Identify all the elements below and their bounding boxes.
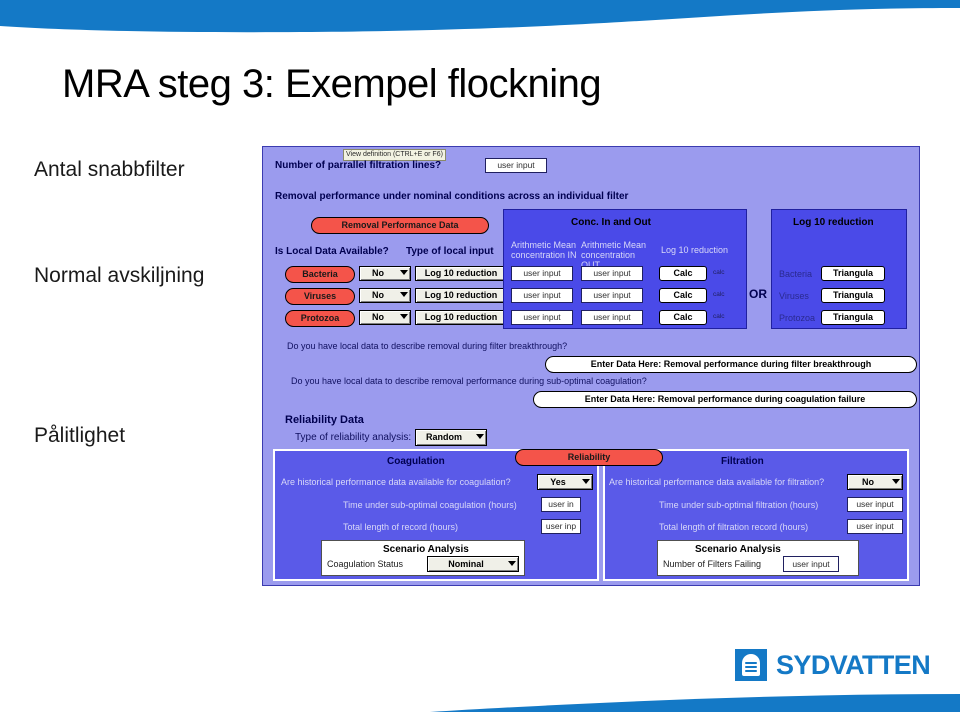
log-reduction-panel-title: Log 10 reduction	[793, 217, 874, 228]
calc-button-viruses[interactable]: Calc	[659, 288, 707, 303]
coagulation-historical-value: Yes	[550, 477, 566, 487]
is-local-data-available-header: Is Local Data Available?	[275, 246, 389, 257]
calc-button-protozoa[interactable]: Calc	[659, 310, 707, 325]
sydvatten-wordmark: SYDVATTEN	[776, 649, 931, 680]
chevron-down-icon	[400, 314, 408, 319]
input-type-select-protozoa-value: Log 10 reduction	[424, 312, 498, 322]
top-banner-decoration	[0, 0, 960, 42]
conc-in-input-protozoa[interactable]: user input	[511, 310, 573, 325]
chevron-down-icon	[400, 292, 408, 297]
coagulation-record-label: Total length of record (hours)	[343, 522, 459, 532]
embedded-application-screenshot: View definition (CTRL+E or F6) Number of…	[262, 146, 920, 586]
side-label-normal-avskiljning: Normal avskiljning	[34, 264, 205, 287]
chevron-down-icon	[508, 561, 516, 566]
enter-data-coagulation-failure-button[interactable]: Enter Data Here: Removal performance dur…	[533, 391, 917, 408]
organism-label-protozoa[interactable]: Protozoa	[285, 310, 355, 327]
coagulation-status-select[interactable]: Nominal	[427, 556, 519, 572]
coagulation-panel-title: Coagulation	[387, 456, 445, 467]
filtration-time-label: Time under sub-optimal filtration (hours…	[659, 500, 819, 510]
local-data-select-bacteria-value: No	[372, 268, 384, 278]
log-panel-label-viruses: Viruses	[779, 291, 809, 301]
coagulation-scenario-title: Scenario Analysis	[383, 544, 469, 555]
coagulation-record-input[interactable]: user inp	[541, 519, 581, 534]
conc-in-input-viruses[interactable]: user input	[511, 288, 573, 303]
triangular-button-bacteria[interactable]: Triangula	[821, 266, 885, 281]
calc-note-bacteria: calc	[713, 269, 725, 276]
calc-note-protozoa: calc	[713, 313, 725, 320]
filter-breakthrough-question: Do you have local data to describe remov…	[287, 341, 568, 351]
log-panel-label-bacteria: Bacteria	[779, 269, 813, 279]
reliability-data-heading: Reliability Data	[285, 414, 364, 426]
filtration-historical-value: No	[862, 477, 874, 487]
filters-failing-input[interactable]: user input	[783, 556, 839, 572]
calc-note-viruses: calc	[713, 291, 725, 298]
bottom-banner-decoration	[0, 690, 960, 716]
organism-label-viruses[interactable]: Viruses	[285, 288, 355, 305]
filtration-record-input[interactable]: user input	[847, 519, 903, 534]
local-data-select-viruses[interactable]: No	[359, 288, 411, 303]
side-label-antal-snabbfilter: Antal snabbfilter	[34, 158, 185, 181]
filtration-historical-select[interactable]: No	[847, 474, 903, 490]
local-data-select-viruses-value: No	[372, 290, 384, 300]
organism-label-bacteria[interactable]: Bacteria	[285, 266, 355, 283]
coagulation-time-input[interactable]: user in	[541, 497, 581, 512]
filters-failing-label: Number of Filters Failing	[663, 559, 762, 569]
conc-in-column-header: Arithmetic Mean concentration IN	[511, 240, 577, 260]
coagulation-status-label: Coagulation Status	[327, 559, 404, 569]
arch-shape	[742, 654, 760, 676]
coagulation-time-label: Time under sub-optimal coagulation (hour…	[343, 500, 517, 510]
type-of-local-input-header: Type of local input	[406, 246, 494, 257]
parallel-lines-question: Number of parrallel filtration lines?	[275, 160, 442, 171]
triangular-button-viruses[interactable]: Triangula	[821, 288, 885, 303]
conc-out-input-bacteria[interactable]: user input	[581, 266, 643, 281]
log-panel-label-protozoa: Protozoa	[779, 313, 816, 323]
enter-data-filter-breakthrough-button[interactable]: Enter Data Here: Removal performance dur…	[545, 356, 917, 373]
calc-button-bacteria[interactable]: Calc	[659, 266, 707, 281]
chevron-down-icon	[476, 434, 484, 439]
local-data-select-protozoa[interactable]: No	[359, 310, 411, 325]
local-data-select-bacteria[interactable]: No	[359, 266, 411, 281]
chevron-down-icon	[892, 479, 900, 484]
conc-out-input-protozoa[interactable]: user input	[581, 310, 643, 325]
filtration-time-input[interactable]: user input	[847, 497, 903, 512]
conc-out-input-viruses[interactable]: user input	[581, 288, 643, 303]
log-reduction-column-header: Log 10 reduction	[661, 245, 729, 255]
reliability-badge[interactable]: Reliability	[515, 449, 663, 466]
filtration-panel-title: Filtration	[721, 456, 764, 467]
coagulation-historical-question: Are historical performance data availabl…	[281, 477, 511, 487]
coagulation-status-value: Nominal	[448, 559, 484, 569]
reliability-analysis-select[interactable]: Random	[415, 429, 487, 446]
sydvatten-water-icon	[735, 649, 767, 681]
local-data-select-protozoa-value: No	[372, 312, 384, 322]
reliability-analysis-label: Type of reliability analysis:	[295, 432, 412, 443]
filtration-record-label: Total length of filtration record (hours…	[659, 522, 809, 532]
page-title: MRA steg 3: Exempel flockning	[62, 62, 602, 106]
triangular-button-protozoa[interactable]: Triangula	[821, 310, 885, 325]
parallel-lines-input[interactable]: user input	[485, 158, 547, 173]
wave-line-icon	[745, 666, 757, 668]
chevron-down-icon	[400, 270, 408, 275]
removal-performance-data-button[interactable]: Removal Performance Data	[311, 217, 489, 234]
wave-line-icon	[745, 662, 757, 664]
input-type-select-viruses-value: Log 10 reduction	[424, 290, 498, 300]
or-separator-label: OR	[749, 287, 767, 301]
filtration-scenario-title: Scenario Analysis	[695, 544, 781, 555]
suboptimal-coagulation-question: Do you have local data to describe remov…	[291, 376, 647, 386]
conc-in-out-title: Conc. In and Out	[571, 217, 651, 228]
coagulation-historical-select[interactable]: Yes	[537, 474, 593, 490]
sydvatten-logo: SYDVATTEN	[735, 648, 931, 682]
filtration-historical-question: Are historical performance data availabl…	[609, 477, 825, 487]
wave-line-icon	[745, 670, 757, 672]
removal-performance-heading: Removal performance under nominal condit…	[275, 191, 629, 202]
chevron-down-icon	[582, 479, 590, 484]
reliability-analysis-value: Random	[426, 432, 462, 442]
conc-in-input-bacteria[interactable]: user input	[511, 266, 573, 281]
input-type-select-bacteria-value: Log 10 reduction	[424, 268, 498, 278]
side-label-palitlighet: Pålitlighet	[34, 424, 126, 447]
